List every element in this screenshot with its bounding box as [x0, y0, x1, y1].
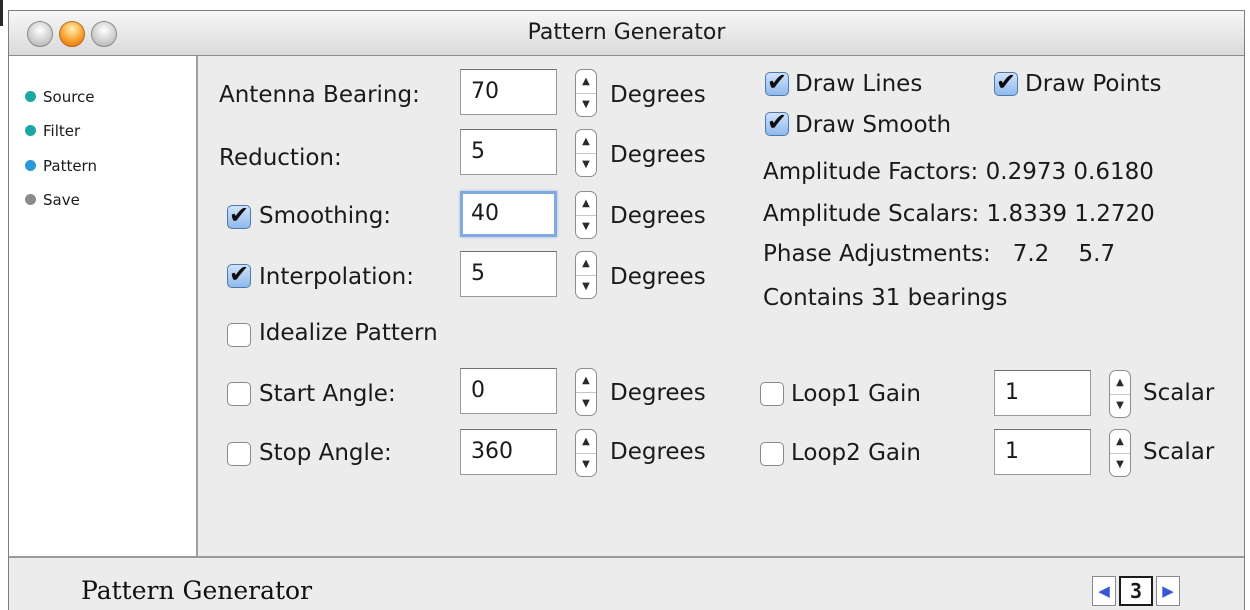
smoothing-label: Smoothing: [259, 203, 392, 229]
sidebar-item-pattern[interactable]: Pattern [25, 156, 97, 176]
previous-page-button[interactable]: ◀ [1092, 576, 1116, 606]
step-up-icon[interactable]: ▲ [576, 70, 596, 94]
step-up-icon[interactable]: ▲ [576, 130, 596, 154]
draw-lines-label: Draw Lines [795, 71, 923, 97]
interpolation-unit: Degrees [610, 264, 706, 290]
sidebar-item-source[interactable]: Source [25, 87, 95, 107]
checkmark-icon: ✔ [766, 108, 788, 136]
title-bar[interactable]: Pattern Generator [9, 11, 1244, 56]
step-up-icon[interactable]: ▲ [576, 192, 596, 216]
draw-points-checkbox[interactable]: ✔ [994, 68, 1018, 96]
step-up-icon[interactable]: ▲ [576, 369, 596, 393]
loop2-gain-field[interactable]: 1 [994, 429, 1091, 475]
stop-angle-unit: Degrees [610, 439, 706, 465]
step-up-icon[interactable]: ▲ [576, 430, 596, 454]
loop1-gain-stepper[interactable]: ▲ ▼ [1109, 370, 1131, 418]
loop1-gain-label: Loop1 Gain [791, 381, 921, 407]
antenna-bearing-unit: Degrees [610, 82, 706, 108]
footer-bar: Pattern Generator ◀ 3 ▶ [9, 556, 1244, 610]
sidebar-item-filter[interactable]: Filter [25, 121, 80, 141]
app-window: Pattern Generator Source Filter Pattern … [8, 10, 1245, 610]
step-down-icon[interactable]: ▼ [576, 215, 596, 238]
interpolation-stepper[interactable]: ▲ ▼ [575, 251, 597, 299]
reduction-field[interactable]: 5 [460, 129, 557, 175]
sidebar-item-label: Source [43, 88, 95, 106]
start-angle-field[interactable]: 0 [460, 368, 557, 414]
step-down-icon[interactable]: ▼ [576, 153, 596, 176]
smoothing-stepper[interactable]: ▲ ▼ [575, 191, 597, 239]
status-dot-icon [25, 160, 36, 171]
stop-angle-checkbox[interactable] [227, 442, 251, 466]
draw-lines-checkbox[interactable]: ✔ [765, 68, 789, 96]
status-dot-icon [25, 91, 36, 102]
start-angle-stepper[interactable]: ▲ ▼ [575, 368, 597, 416]
sidebar-item-label: Filter [43, 122, 81, 140]
step-down-icon[interactable]: ▼ [576, 275, 596, 298]
start-angle-unit: Degrees [610, 380, 706, 406]
edge-artifact [0, 0, 3, 26]
loop2-gain-checkbox[interactable] [760, 442, 784, 466]
step-down-icon[interactable]: ▼ [576, 392, 596, 415]
draw-smooth-label: Draw Smooth [795, 112, 952, 138]
footer-title: Pattern Generator [81, 576, 313, 605]
status-dot-icon [25, 125, 36, 136]
step-down-icon[interactable]: ▼ [1110, 453, 1130, 476]
step-down-icon[interactable]: ▼ [576, 93, 596, 116]
draw-points-label: Draw Points [1025, 71, 1162, 97]
checkmark-icon: ✔ [228, 201, 250, 229]
step-down-icon[interactable]: ▼ [576, 453, 596, 476]
loop2-gain-label: Loop2 Gain [791, 440, 921, 466]
loop2-gain-stepper[interactable]: ▲ ▼ [1109, 429, 1131, 477]
loop1-gain-unit: Scalar [1143, 380, 1215, 406]
antenna-bearing-label: Antenna Bearing: [219, 82, 420, 108]
step-up-icon[interactable]: ▲ [576, 252, 596, 276]
interpolation-checkbox[interactable]: ✔ [227, 260, 251, 288]
loop1-gain-field[interactable]: 1 [994, 370, 1091, 416]
stop-angle-field[interactable]: 360 [460, 429, 557, 475]
stop-angle-stepper[interactable]: ▲ ▼ [575, 429, 597, 477]
status-dot-icon [25, 194, 36, 205]
step-up-icon[interactable]: ▲ [1110, 430, 1130, 454]
next-page-button[interactable]: ▶ [1156, 576, 1180, 606]
interpolation-field[interactable]: 5 [460, 251, 557, 297]
interpolation-label: Interpolation: [259, 264, 414, 290]
loop1-gain-checkbox[interactable] [760, 382, 784, 406]
checkmark-icon: ✔ [228, 260, 250, 288]
phase-adjustments-readout: Phase Adjustments: 7.2 5.7 [763, 241, 1116, 267]
amplitude-factors-readout: Amplitude Factors: 0.2973 0.6180 [763, 159, 1154, 185]
reduction-unit: Degrees [610, 142, 706, 168]
smoothing-field[interactable]: 40 [460, 191, 557, 237]
loop2-gain-unit: Scalar [1143, 439, 1215, 465]
page-number: 3 [1119, 576, 1153, 606]
checkmark-icon: ✔ [766, 68, 788, 96]
step-down-icon[interactable]: ▼ [1110, 394, 1130, 417]
sidebar: Source Filter Pattern Save [9, 56, 198, 556]
stop-angle-label: Stop Angle: [259, 440, 392, 466]
bearings-count-readout: Contains 31 bearings [763, 285, 1008, 311]
idealize-pattern-checkbox[interactable] [227, 323, 251, 347]
idealize-pattern-label: Idealize Pattern [259, 320, 438, 346]
start-angle-checkbox[interactable] [227, 382, 251, 406]
draw-smooth-checkbox[interactable]: ✔ [765, 108, 789, 136]
smoothing-unit: Degrees [610, 203, 706, 229]
reduction-stepper[interactable]: ▲ ▼ [575, 129, 597, 177]
checkmark-icon: ✔ [995, 68, 1017, 96]
window-title: Pattern Generator [527, 20, 726, 45]
reduction-label: Reduction: [219, 145, 342, 171]
amplitude-scalars-readout: Amplitude Scalars: 1.8339 1.2720 [763, 201, 1155, 227]
smoothing-checkbox[interactable]: ✔ [227, 201, 251, 229]
antenna-bearing-stepper[interactable]: ▲ ▼ [575, 69, 597, 117]
pattern-panel: Antenna Bearing: 70 ▲ ▼ Degrees Reductio… [199, 56, 1244, 556]
sidebar-item-save[interactable]: Save [25, 190, 80, 210]
sidebar-item-label: Save [43, 191, 80, 209]
antenna-bearing-field[interactable]: 70 [460, 69, 557, 115]
sidebar-item-label: Pattern [43, 157, 97, 175]
start-angle-label: Start Angle: [259, 381, 396, 407]
step-up-icon[interactable]: ▲ [1110, 371, 1130, 395]
